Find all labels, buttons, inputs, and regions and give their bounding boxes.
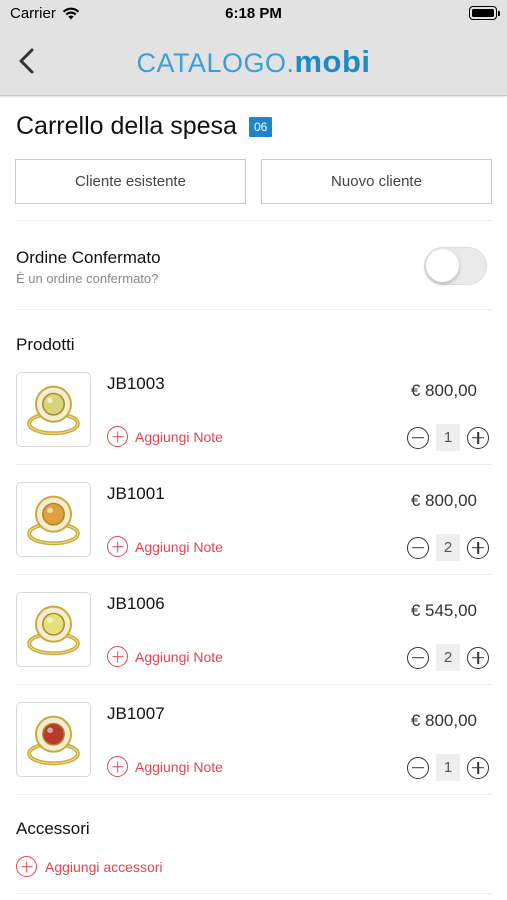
logo-text-bold: mobi <box>294 44 371 79</box>
product-price: € 800,00 <box>410 381 477 400</box>
quantity-stepper: 1 <box>407 754 489 781</box>
quantity-stepper: 1 <box>407 424 489 451</box>
decrease-quantity-button[interactable] <box>407 536 429 559</box>
add-note-label: Aggiungi Note <box>135 428 223 445</box>
new-client-button[interactable]: Nuovo cliente <box>261 159 492 204</box>
product-sku: JB1003 <box>107 374 165 393</box>
increase-quantity-button[interactable] <box>467 536 489 559</box>
ring-image <box>27 715 80 766</box>
divider <box>16 464 492 465</box>
add-note-button[interactable]: Aggiungi Note <box>107 536 223 557</box>
add-note-label: Aggiungi Note <box>135 758 223 775</box>
order-confirmed-label: Ordine Confermato <box>16 248 161 267</box>
quantity-value[interactable]: 2 <box>436 644 460 671</box>
add-accessories-button[interactable]: Aggiungi accessori <box>16 856 163 877</box>
add-circle-icon <box>107 646 128 667</box>
decrease-quantity-button[interactable] <box>407 756 429 779</box>
order-confirmed-sublabel: È un ordine confermato? <box>16 271 159 286</box>
product-thumbnail[interactable] <box>16 702 91 777</box>
quantity-stepper: 2 <box>407 644 489 671</box>
product-sku: JB1001 <box>107 484 165 503</box>
page-title-row: Carrello della spesa 06 <box>16 112 273 141</box>
add-note-button[interactable]: Aggiungi Note <box>107 756 223 777</box>
add-circle-icon <box>107 536 128 557</box>
cart-count-badge: 06 <box>248 116 273 137</box>
status-bar: Carrier 6:18 PM <box>0 0 507 28</box>
add-note-button[interactable]: Aggiungi Note <box>107 646 223 667</box>
product-sku: JB1006 <box>107 594 165 613</box>
product-thumbnail[interactable] <box>16 372 91 447</box>
add-note-button[interactable]: Aggiungi Note <box>107 426 223 447</box>
divider <box>16 893 492 894</box>
existing-client-button[interactable]: Cliente esistente <box>15 159 246 204</box>
divider <box>16 309 492 310</box>
quantity-stepper: 2 <box>407 534 489 561</box>
product-thumbnail[interactable] <box>16 482 91 557</box>
divider <box>16 574 492 575</box>
product-sku: JB1007 <box>107 704 165 723</box>
ring-image <box>27 385 80 436</box>
toggle-knob <box>426 249 459 282</box>
navigation-bar: CATALOGO.mobi <box>0 28 507 96</box>
add-circle-icon <box>16 856 37 877</box>
add-note-label: Aggiungi Note <box>135 648 223 665</box>
product-row: JB1006 € 545,00 Aggiungi Note 2 <box>0 592 507 702</box>
ring-image <box>27 605 80 656</box>
page-title: Carrello della spesa <box>16 112 237 140</box>
product-price: € 800,00 <box>410 491 477 510</box>
decrease-quantity-button[interactable] <box>407 646 429 669</box>
status-time: 6:18 PM <box>225 5 282 22</box>
products-section-label: Prodotti <box>16 335 75 354</box>
decrease-quantity-button[interactable] <box>407 426 429 449</box>
product-row: JB1001 € 800,00 Aggiungi Note 2 <box>0 482 507 592</box>
divider <box>16 684 492 685</box>
app-logo: CATALOGO.mobi <box>0 44 507 80</box>
add-note-label: Aggiungi Note <box>135 538 223 555</box>
quantity-value[interactable]: 1 <box>436 424 460 451</box>
accessories-section-label: Accessori <box>16 819 90 838</box>
divider <box>16 794 492 795</box>
ring-image <box>27 495 80 546</box>
quantity-value[interactable]: 1 <box>436 754 460 781</box>
increase-quantity-button[interactable] <box>467 646 489 669</box>
logo-text-light: CATALOGO. <box>136 48 295 78</box>
quantity-value[interactable]: 2 <box>436 534 460 561</box>
battery-icon <box>469 6 500 20</box>
add-circle-icon <box>107 426 128 447</box>
product-price: € 545,00 <box>410 601 477 620</box>
product-thumbnail[interactable] <box>16 592 91 667</box>
add-accessories-label: Aggiungi accessori <box>45 858 163 875</box>
increase-quantity-button[interactable] <box>467 426 489 449</box>
order-confirmed-toggle[interactable] <box>424 247 487 285</box>
divider <box>16 220 492 221</box>
product-price: € 800,00 <box>410 711 477 730</box>
product-row: JB1007 € 800,00 Aggiungi Note 1 <box>0 702 507 812</box>
product-row: JB1003 € 800,00 Aggiungi Note 1 <box>0 372 507 482</box>
add-circle-icon <box>107 756 128 777</box>
increase-quantity-button[interactable] <box>467 756 489 779</box>
